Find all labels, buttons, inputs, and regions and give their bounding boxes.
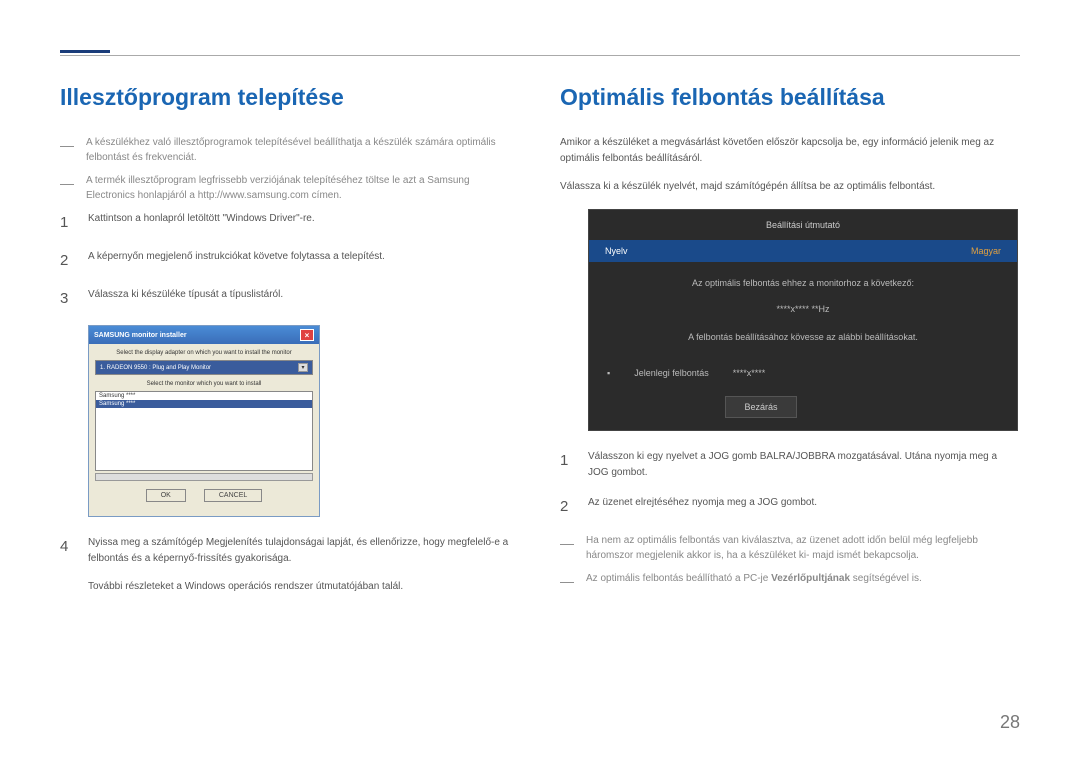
cancel-button[interactable]: CANCEL <box>204 489 262 502</box>
osd-resolution: ****x**** **Hz <box>589 296 1017 332</box>
step-text: Az üzenet elrejtéséhez nyomja meg a JOG … <box>588 495 817 519</box>
step-text: Kattintson a honlapról letöltött "Window… <box>88 211 315 235</box>
installer-body: Select the display adapter on which you … <box>89 344 319 516</box>
bullet-icon: ▪ <box>607 368 610 378</box>
dash-icon: ― <box>60 173 78 203</box>
note-text: A készülékhez való illesztőprogramok tel… <box>86 135 520 165</box>
note-item: ― A készülékhez való illesztőprogramok t… <box>60 135 520 165</box>
note-text: Az optimális felbontás beállítható a PC-… <box>586 571 922 592</box>
step-row: 2 Az üzenet elrejtéséhez nyomja meg a JO… <box>560 495 1020 519</box>
scrollbar-horizontal[interactable] <box>95 473 313 481</box>
step-number: 4 <box>60 535 74 607</box>
osd-panel: Beállítási útmutató Nyelv Magyar Az opti… <box>588 209 1018 431</box>
osd-follow-text: A felbontás beállításához kövesse az alá… <box>589 332 1017 360</box>
current-value: ****x**** <box>733 368 766 378</box>
installer-window: SAMSUNG monitor installer × Select the d… <box>88 325 320 517</box>
dropdown-value: 1. RADEON 9550 : Plug and Play Monitor <box>100 365 211 371</box>
lang-value: Magyar <box>971 246 1001 256</box>
step-number: 3 <box>60 287 74 311</box>
note-item: ― A termék illesztőprogram legfrissebb v… <box>60 173 520 203</box>
step-extra: További részleteket a Windows operációs … <box>88 579 520 595</box>
close-icon[interactable]: × <box>300 329 314 341</box>
osd-language-row[interactable]: Nyelv Magyar <box>589 240 1017 262</box>
header-divider <box>60 55 1020 56</box>
step-row: 1 Válasszon ki egy nyelvet a JOG gomb BA… <box>560 449 1020 481</box>
note-prefix: Az optimális felbontás beállítható a PC-… <box>586 573 771 584</box>
osd-current-row: ▪ Jelenlegi felbontás ****x**** <box>589 360 1017 396</box>
installer-titlebar: SAMSUNG monitor installer × <box>89 326 319 344</box>
step-content: Nyissa meg a számítógép Megjelenítés tul… <box>88 535 520 607</box>
osd-close-button[interactable]: Bezárás <box>725 396 797 418</box>
right-heading: Optimális felbontás beállítása <box>560 84 1020 111</box>
lang-label: Nyelv <box>605 246 628 256</box>
step-text: Válasszon ki egy nyelvet a JOG gomb BALR… <box>588 449 1020 481</box>
intro-text: Amikor a készüléket a megvásárlást követ… <box>560 135 1020 167</box>
step-text: A képernyőn megjelenő instrukciókat köve… <box>88 249 385 273</box>
note-bold: Vezérlőpultjának <box>771 573 850 584</box>
osd-title: Beállítási útmutató <box>589 210 1017 240</box>
installer-label: Select the monitor which you want to ins… <box>95 381 313 387</box>
step-number: 2 <box>60 249 74 273</box>
dash-icon: ― <box>60 135 78 165</box>
step-row: 4 Nyissa meg a számítógép Megjelenítés t… <box>60 535 520 607</box>
step-number: 1 <box>560 449 574 481</box>
osd-optimal-text: Az optimális felbontás ehhez a monitorho… <box>589 262 1017 296</box>
intro-text: Válassza ki a készülék nyelvét, majd szá… <box>560 179 1020 195</box>
note-suffix: segítségével is. <box>850 573 922 584</box>
step-number: 1 <box>60 211 74 235</box>
installer-title: SAMSUNG monitor installer <box>94 332 187 339</box>
step-row: 3 Válassza ki készüléke típusát a típusl… <box>60 287 520 311</box>
dash-icon: ― <box>560 533 578 563</box>
monitor-listbox[interactable]: Samsung **** Samsung **** <box>95 391 313 471</box>
content-columns: Illesztőprogram telepítése ― A készülékh… <box>60 84 1020 621</box>
note-text: Ha nem az optimális felbontás van kivála… <box>586 533 1020 563</box>
list-item[interactable]: Samsung **** <box>96 392 312 400</box>
installer-label: Select the display adapter on which you … <box>95 350 313 356</box>
step-row: 1 Kattintson a honlapról letöltött "Wind… <box>60 211 520 235</box>
note-item: ― Ha nem az optimális felbontás van kivá… <box>560 533 1020 563</box>
left-heading: Illesztőprogram telepítése <box>60 84 520 111</box>
step-row: 2 A képernyőn megjelenő instrukciókat kö… <box>60 249 520 273</box>
chevron-down-icon: ▾ <box>298 363 308 372</box>
ok-button[interactable]: OK <box>146 489 186 502</box>
note-text: A termék illesztőprogram legfrissebb ver… <box>86 173 520 203</box>
page-number: 28 <box>1000 712 1020 733</box>
current-label: Jelenlegi felbontás <box>634 368 709 378</box>
installer-buttons: OK CANCEL <box>95 481 313 510</box>
step-text: Válassza ki készüléke típusát a típuslis… <box>88 287 283 311</box>
note-item: ― Az optimális felbontás beállítható a P… <box>560 571 1020 592</box>
list-item[interactable]: Samsung **** <box>96 400 312 408</box>
step-text: Nyissa meg a számítógép Megjelenítés tul… <box>88 535 520 567</box>
dash-icon: ― <box>560 571 578 592</box>
header-accent <box>60 50 110 53</box>
left-column: Illesztőprogram telepítése ― A készülékh… <box>60 84 520 621</box>
step-number: 2 <box>560 495 574 519</box>
adapter-dropdown[interactable]: 1. RADEON 9550 : Plug and Play Monitor ▾ <box>95 360 313 375</box>
right-column: Optimális felbontás beállítása Amikor a … <box>560 84 1020 621</box>
